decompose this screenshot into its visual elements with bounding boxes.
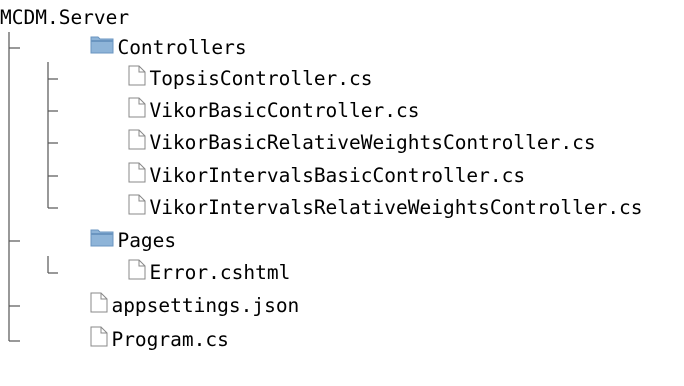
file-label: Error.cshtml: [149, 261, 291, 284]
file-label: VikorBasicRelativeWeightsController.cs: [149, 131, 596, 154]
file-label: VikorBasicController.cs: [149, 99, 420, 122]
file-item[interactable]: VikorIntervalsRelativeWeightsController.…: [58, 193, 643, 223]
file-item[interactable]: Program.cs: [20, 325, 229, 355]
file-label: VikorIntervalsBasicController.cs: [149, 164, 526, 187]
file-icon: [20, 295, 108, 386]
file-label: TopsisController.cs: [149, 67, 373, 90]
file-tree: MCDM.Server Controllers TopsisController…: [0, 0, 684, 356]
file-label: appsettings.json: [111, 294, 300, 317]
file-label: Program.cs: [111, 328, 229, 351]
file-label: VikorIntervalsRelativeWeightsController.…: [149, 196, 643, 219]
